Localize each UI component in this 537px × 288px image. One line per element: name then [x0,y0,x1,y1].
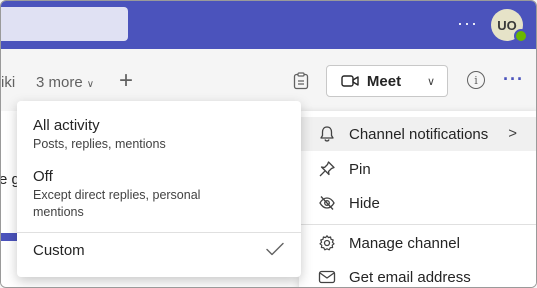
option-off[interactable]: Off Except direct replies, personal ment… [17,159,301,231]
mail-icon [317,267,337,287]
clipboard-icon[interactable] [289,69,313,93]
menu-item-hide[interactable]: Hide [299,186,536,220]
option-custom[interactable]: Custom [17,233,301,277]
add-tab-button[interactable]: + [119,67,133,95]
presence-available-icon [514,29,528,43]
option-description: Posts, replies, mentions [33,137,166,151]
menu-divider [299,224,536,225]
teams-window: ··· UO iki 3 more ∨ + Meet ∨ i ··· e g C… [0,0,537,288]
option-title: All activity [33,117,100,134]
chevron-right-icon: > [508,125,517,142]
top-bar: ··· UO [1,1,536,49]
eye-off-icon [317,193,337,213]
option-title: Off [33,168,53,185]
more-options-icon[interactable]: ··· [457,13,478,34]
option-all-activity[interactable]: All activity Posts, replies, mentions [17,101,301,159]
menu-item-get-email-address[interactable]: Get email address [299,260,536,287]
search-input[interactable] [1,7,128,41]
tab-wiki[interactable]: iki [1,74,15,91]
option-description: Except direct replies, personal mentions [33,188,201,219]
menu-item-channel-notifications[interactable]: Channel notifications > [299,117,536,151]
meet-label: Meet [366,72,402,90]
menu-item-label: Channel notifications [349,125,489,143]
menu-item-manage-channel[interactable]: Manage channel [299,226,536,260]
tab-more[interactable]: 3 more ∨ [36,74,94,91]
info-icon[interactable]: i [467,71,485,89]
video-camera-icon [341,75,359,87]
avatar-initials: UO [497,17,517,33]
notification-options-menu: All activity Posts, replies, mentions Of… [17,101,301,277]
menu-item-label: Get email address [349,268,471,286]
partial-attachment-bar [1,233,17,241]
pin-icon [317,159,337,179]
gear-icon [317,233,337,253]
chevron-down-icon: ∨ [86,79,95,90]
menu-item-pin[interactable]: Pin [299,152,536,186]
channel-context-menu: Channel notifications > Pin Hide Manage … [299,111,536,287]
bell-icon [317,124,337,144]
more-actions-icon[interactable]: ··· [503,69,524,90]
tab-more-label: 3 more [36,74,83,91]
meet-button[interactable]: Meet [326,65,416,97]
menu-item-label: Hide [349,194,380,212]
menu-item-label: Manage channel [349,234,460,252]
option-title: Custom [33,242,85,259]
meet-options-button[interactable]: ∨ [415,65,448,97]
chevron-down-icon: ∨ [426,75,436,88]
checkmark-icon [265,241,285,262]
menu-item-label: Pin [349,160,371,178]
